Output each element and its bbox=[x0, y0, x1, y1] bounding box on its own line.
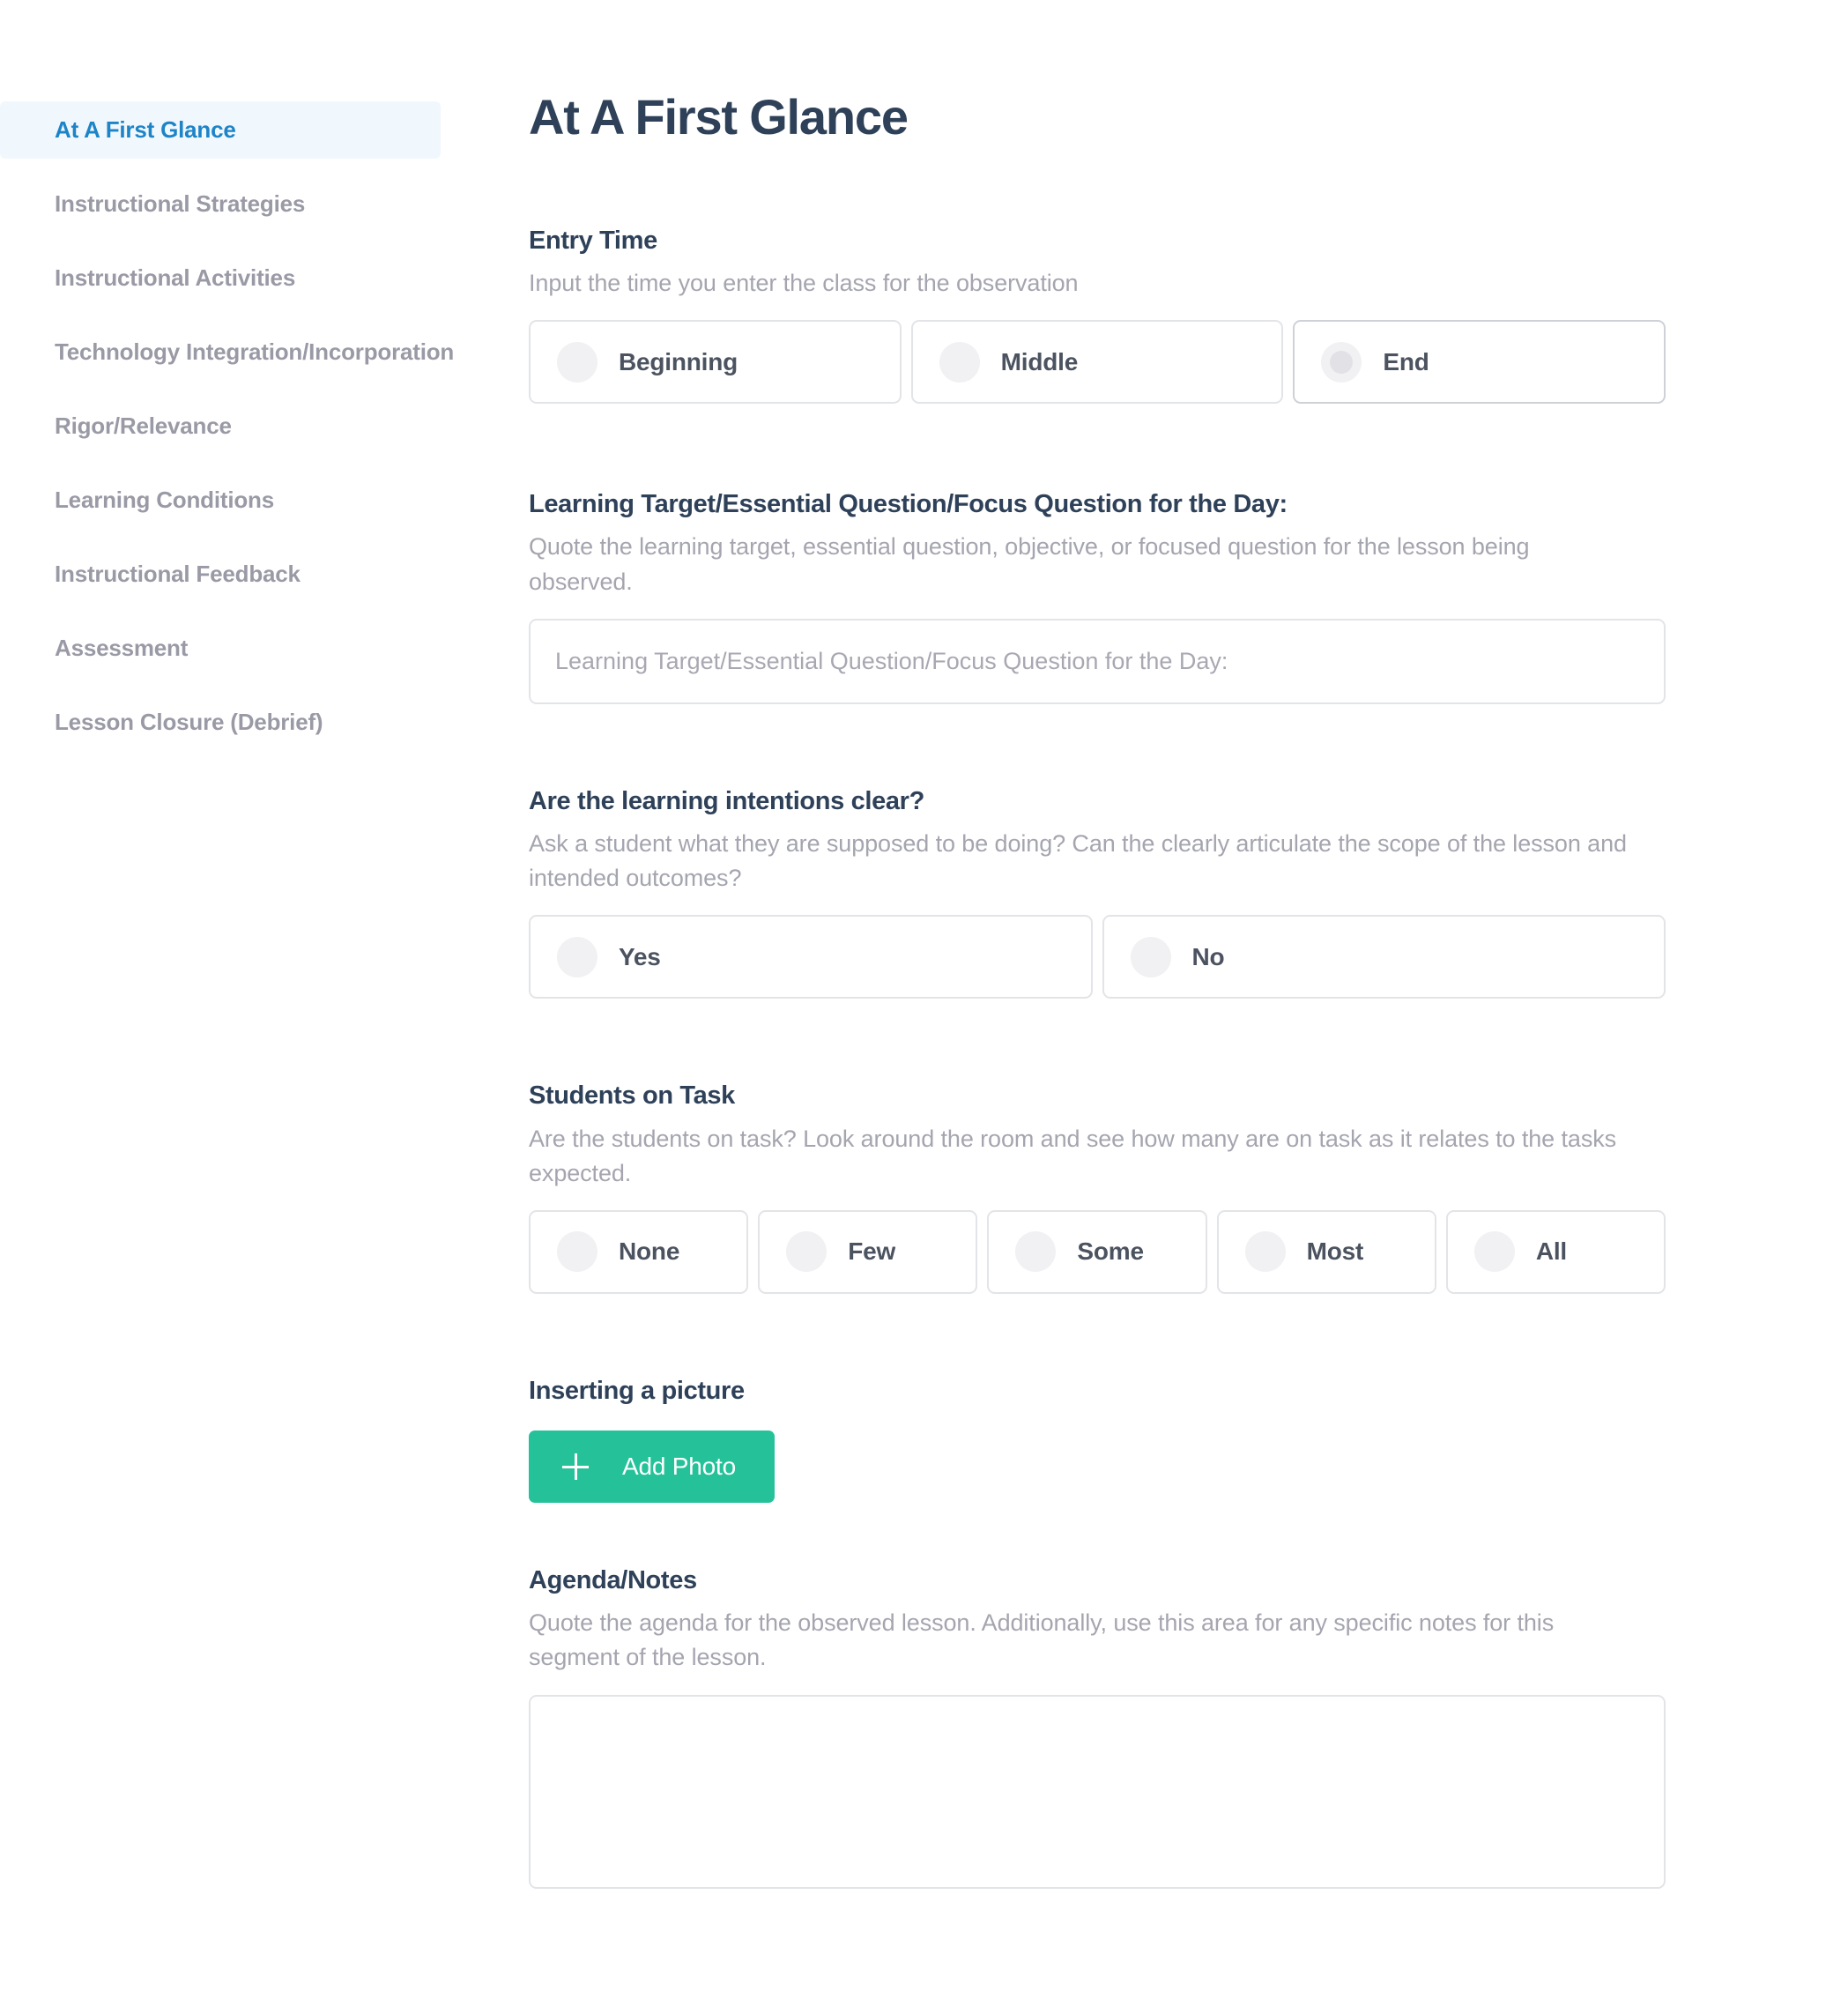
students-on-task-option-label: None bbox=[619, 1237, 680, 1266]
entry-time-title: Entry Time bbox=[529, 226, 657, 255]
main-content: At A First Glance Entry Time Input the t… bbox=[529, 0, 1848, 1889]
entry-time-option-label: Beginning bbox=[619, 347, 738, 375]
sidebar-item-assessment[interactable]: Assessment bbox=[55, 620, 494, 677]
section-agenda-notes: Agenda/Notes Quote the agenda for the ob… bbox=[529, 1564, 1714, 1889]
students-on-task-option-some[interactable]: Some bbox=[987, 1209, 1207, 1294]
agenda-notes-textarea[interactable] bbox=[529, 1694, 1666, 1889]
radio-icon[interactable] bbox=[557, 936, 597, 977]
intentions-clear-option-label: Yes bbox=[619, 942, 661, 970]
add-photo-label: Add Photo bbox=[622, 1453, 736, 1481]
students-on-task-option-most[interactable]: Most bbox=[1216, 1209, 1436, 1294]
sidebar: At A First Glance Instructional Strategie… bbox=[0, 0, 529, 768]
entry-time-option-label: End bbox=[1383, 347, 1429, 375]
agenda-notes-help: Quote the agenda for the observed lesson… bbox=[529, 1609, 1555, 1671]
students-on-task-options: None Few Some Most All bbox=[529, 1209, 1666, 1294]
students-on-task-option-label: All bbox=[1535, 1237, 1567, 1266]
entry-time-help: Input the time you enter the class for t… bbox=[529, 270, 1079, 297]
radio-icon[interactable] bbox=[939, 341, 980, 383]
radio-icon[interactable] bbox=[1321, 341, 1362, 383]
intentions-clear-help: Ask a student what they are supposed to … bbox=[529, 829, 1627, 892]
plus-icon bbox=[562, 1453, 589, 1481]
section-learning-target: Learning Target/Essential Question/Focus… bbox=[529, 488, 1714, 704]
sidebar-item-at-a-first-glance[interactable]: At A First Glance bbox=[0, 101, 441, 159]
intentions-clear-option-yes[interactable]: Yes bbox=[529, 915, 1093, 1000]
radio-icon[interactable] bbox=[786, 1231, 828, 1273]
section-inserting-picture: Inserting a picture Add Photo bbox=[529, 1375, 1714, 1504]
students-on-task-title: Students on Task bbox=[529, 1081, 735, 1111]
inserting-picture-title: Inserting a picture bbox=[529, 1376, 745, 1405]
intentions-clear-title: Are the learning intentions clear? bbox=[529, 786, 924, 815]
learning-target-input[interactable] bbox=[529, 618, 1666, 704]
radio-icon[interactable] bbox=[1015, 1231, 1057, 1273]
sidebar-item-lesson-closure-debrief[interactable]: Lesson Closure (Debrief) bbox=[55, 694, 494, 751]
students-on-task-help: Are the students on task? Look around th… bbox=[529, 1125, 1617, 1186]
sidebar-item-technology-integration-incorporation[interactable]: Technology Integration/Incorporation bbox=[55, 323, 494, 381]
intentions-clear-options: Yes No bbox=[529, 915, 1666, 1000]
sidebar-nav-list: At A First Glance Instructional Strategie… bbox=[0, 101, 494, 751]
learning-target-title: Learning Target/Essential Question/Focus… bbox=[529, 490, 1288, 519]
radio-icon[interactable] bbox=[1473, 1231, 1515, 1273]
intentions-clear-option-no[interactable]: No bbox=[1102, 915, 1666, 1000]
agenda-notes-title: Agenda/Notes bbox=[529, 1566, 697, 1595]
students-on-task-option-all[interactable]: All bbox=[1445, 1209, 1666, 1294]
sidebar-item-rigor-relevance[interactable]: Rigor/Relevance bbox=[55, 398, 494, 455]
radio-icon[interactable] bbox=[557, 341, 597, 383]
intentions-clear-option-label: No bbox=[1191, 942, 1225, 970]
students-on-task-option-label: Some bbox=[1077, 1237, 1144, 1266]
section-entry-time: Entry Time Input the time you enter the … bbox=[529, 225, 1714, 405]
app-root: At A First Glance Instructional Strategie… bbox=[0, 0, 1848, 1999]
radio-icon[interactable] bbox=[1244, 1231, 1286, 1273]
section-intentions-clear: Are the learning intentions clear? Ask a… bbox=[529, 785, 1714, 1000]
sidebar-item-instructional-activities[interactable]: Instructional Activities bbox=[55, 249, 494, 307]
sidebar-item-instructional-strategies[interactable]: Instructional Strategies bbox=[55, 175, 494, 233]
page-title: At A First Glance bbox=[529, 89, 909, 145]
radio-icon[interactable] bbox=[557, 1231, 597, 1273]
entry-time-option-end[interactable]: End bbox=[1293, 320, 1666, 405]
students-on-task-option-few[interactable]: Few bbox=[758, 1209, 978, 1294]
learning-target-help: Quote the learning target, essential que… bbox=[529, 533, 1530, 595]
entry-time-option-label: Middle bbox=[1000, 347, 1079, 375]
entry-time-options: Beginning Middle End bbox=[529, 320, 1666, 405]
entry-time-option-beginning[interactable]: Beginning bbox=[529, 320, 902, 405]
add-photo-button[interactable]: Add Photo bbox=[529, 1431, 775, 1504]
sidebar-item-instructional-feedback[interactable]: Instructional Feedback bbox=[55, 546, 494, 603]
sidebar-item-learning-conditions[interactable]: Learning Conditions bbox=[55, 472, 494, 529]
students-on-task-option-none[interactable]: None bbox=[529, 1209, 749, 1294]
radio-icon[interactable] bbox=[1130, 936, 1171, 977]
entry-time-option-middle[interactable]: Middle bbox=[910, 320, 1284, 405]
section-students-on-task: Students on Task Are the students on tas… bbox=[529, 1080, 1714, 1294]
students-on-task-option-label: Few bbox=[848, 1237, 896, 1266]
students-on-task-option-label: Most bbox=[1306, 1237, 1364, 1266]
